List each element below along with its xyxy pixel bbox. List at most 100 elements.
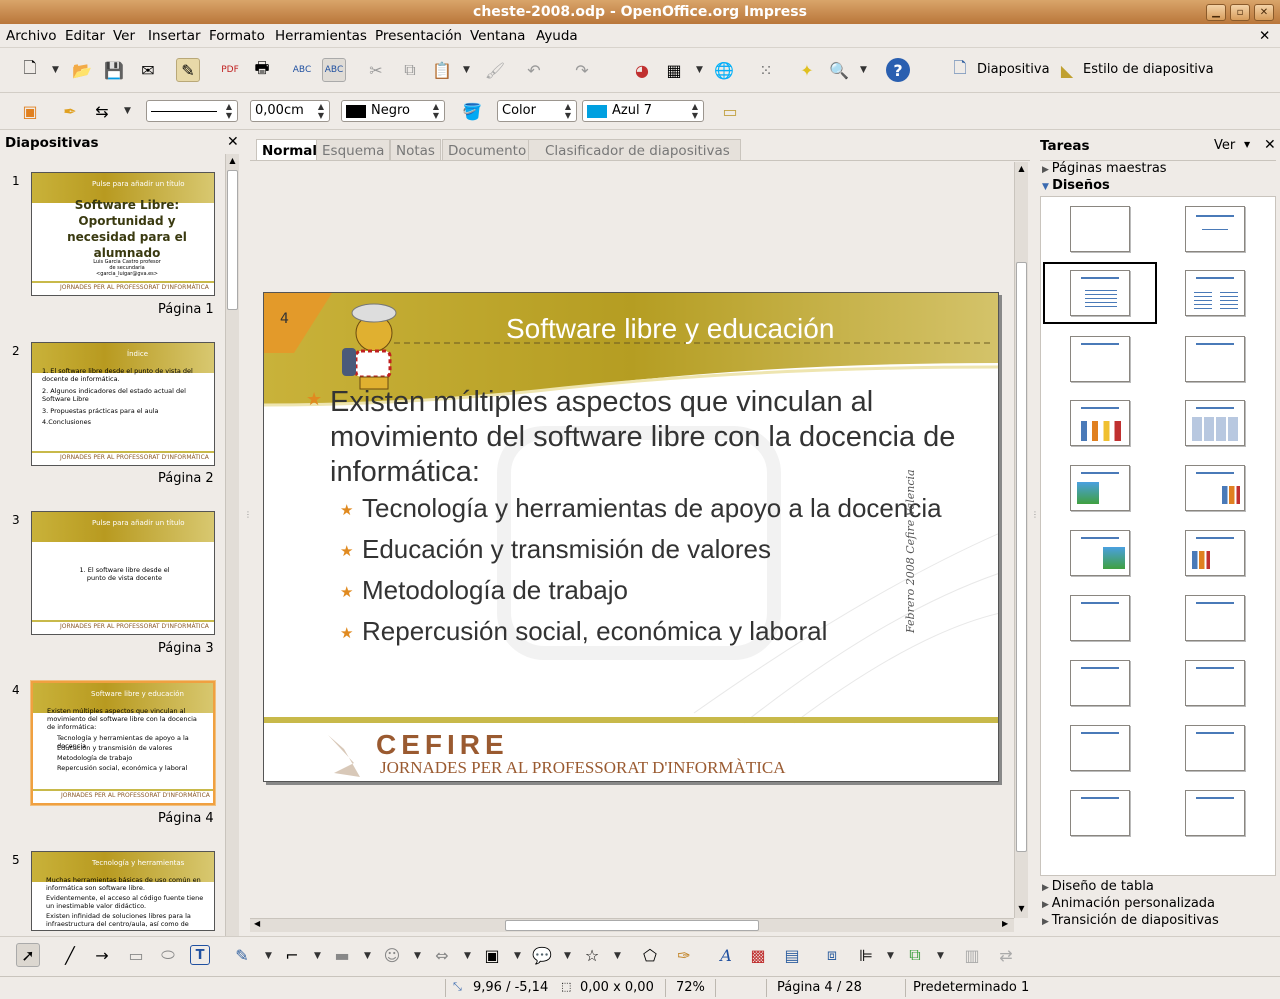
layout-two-objects-over-text[interactable] bbox=[1185, 725, 1245, 771]
menu-editar[interactable]: Editar bbox=[65, 28, 105, 44]
layout-title-only[interactable] bbox=[1185, 206, 1245, 252]
view-menu-button[interactable]: Ver bbox=[1214, 138, 1235, 153]
arrows-dropdown-icon[interactable]: ▼ bbox=[464, 951, 471, 961]
slide-sub-bullet[interactable]: Repercusión social, económica y laboral bbox=[362, 616, 827, 647]
curve-dropdown-icon[interactable]: ▼ bbox=[265, 951, 272, 961]
area-color-select[interactable]: Azul 7 ▲ ▼ bbox=[582, 100, 704, 122]
block-arrows-icon[interactable]: ⇔ bbox=[430, 943, 454, 967]
layout-object-text[interactable] bbox=[1070, 660, 1130, 706]
undo-icon[interactable]: ↶ bbox=[522, 58, 546, 82]
help-icon[interactable]: ? bbox=[886, 58, 910, 82]
insert-object-icon[interactable]: ▤ bbox=[780, 943, 804, 967]
line-tool-icon[interactable]: ╱ bbox=[58, 943, 82, 967]
minimize-button[interactable]: ▁ bbox=[1206, 4, 1226, 21]
new-document-icon[interactable]: 🗋 bbox=[18, 58, 42, 82]
rectangle-icon[interactable]: ▭ bbox=[124, 943, 148, 967]
right-splitter[interactable]: ⋮ bbox=[1031, 510, 1039, 550]
slides-scrollbar[interactable]: ▲ ▼ bbox=[225, 154, 239, 952]
slide-title[interactable]: Software libre y educación bbox=[506, 313, 834, 345]
layout-table[interactable] bbox=[1185, 400, 1245, 446]
styles-icon[interactable]: ▣ bbox=[18, 99, 42, 123]
fontwork-icon[interactable]: A bbox=[714, 943, 738, 967]
layout-text-chart[interactable] bbox=[1185, 465, 1245, 511]
open-icon[interactable]: 📂 bbox=[70, 58, 94, 82]
grid-icon[interactable]: ⁙ bbox=[754, 58, 778, 82]
menu-ventana[interactable]: Ventana bbox=[470, 28, 525, 44]
autospellcheck-icon[interactable]: ABC bbox=[322, 58, 346, 82]
arrange-icon[interactable]: ⧉ bbox=[903, 943, 927, 967]
area-style-select[interactable]: Color ▲ ▼ bbox=[497, 100, 577, 122]
basic-shapes-icon[interactable]: ▬ bbox=[330, 943, 354, 967]
navigator-icon[interactable]: 🌐 bbox=[712, 58, 736, 82]
layout-blank[interactable] bbox=[1070, 206, 1130, 252]
paste-dropdown-icon[interactable]: ▼ bbox=[463, 65, 470, 75]
ellipse-icon[interactable]: ⬭ bbox=[156, 943, 180, 967]
table-icon[interactable]: ▦ bbox=[662, 58, 686, 82]
curve-icon[interactable]: ✎ bbox=[230, 943, 254, 967]
layout-title-content-selected[interactable] bbox=[1070, 270, 1130, 316]
zoom-icon[interactable]: 🔍 bbox=[827, 58, 851, 82]
callouts-icon[interactable]: 💬 bbox=[530, 943, 554, 967]
menu-herramientas[interactable]: Herramientas bbox=[275, 28, 367, 44]
new-slide-icon[interactable]: 🗋 bbox=[948, 58, 972, 82]
stars-icon[interactable]: ☆ bbox=[580, 943, 604, 967]
copy-icon[interactable]: ⧉ bbox=[398, 58, 422, 82]
slide-thumbnail-1[interactable]: Pulse para añadir un título Software Lib… bbox=[31, 172, 215, 296]
flowchart-dropdown-icon[interactable]: ▼ bbox=[514, 951, 521, 961]
line-icon[interactable]: ✒ bbox=[58, 99, 82, 123]
layout-centered-text[interactable] bbox=[1070, 336, 1130, 382]
stars-dropdown-icon[interactable]: ▼ bbox=[614, 951, 621, 961]
layout-chart-text[interactable] bbox=[1185, 530, 1245, 576]
slide-canvas[interactable]: 4 Software libre y educación ★ Existen m… bbox=[263, 292, 999, 782]
slide-sub-bullet[interactable]: Educación y transmisión de valores bbox=[362, 534, 771, 565]
insert-image-icon[interactable]: ▩ bbox=[746, 943, 770, 967]
shapes-dropdown-icon[interactable]: ▼ bbox=[364, 951, 371, 961]
paste-icon[interactable]: 📋 bbox=[430, 58, 454, 82]
symbol-shapes-icon[interactable]: ☺ bbox=[380, 943, 404, 967]
layout-text-image[interactable] bbox=[1070, 530, 1130, 576]
new-slide-button[interactable]: Diapositiva bbox=[977, 62, 1050, 77]
maximize-button[interactable]: ▫ bbox=[1230, 4, 1250, 21]
shadow-icon[interactable]: ▭ bbox=[718, 99, 742, 123]
menu-archivo[interactable]: Archivo bbox=[6, 28, 56, 44]
select-arrow-icon[interactable]: ➚ bbox=[16, 943, 40, 967]
view-dropdown-icon[interactable]: ▼ bbox=[1244, 140, 1250, 149]
connector-icon[interactable]: ⌐ bbox=[280, 943, 304, 967]
layout-text-over-object[interactable] bbox=[1070, 790, 1130, 836]
slide-thumbnail-2[interactable]: Índice 1. El software libre desde el pun… bbox=[31, 342, 215, 466]
arrow-style-icon[interactable]: ⇆ bbox=[90, 99, 114, 123]
callouts-dropdown-icon[interactable]: ▼ bbox=[564, 951, 571, 961]
layout-image-text[interactable] bbox=[1070, 465, 1130, 511]
edit-file-icon[interactable]: ✎ bbox=[176, 58, 200, 82]
slide-thumbnail-5[interactable]: Tecnología y herramientas Muchas herrami… bbox=[31, 851, 215, 931]
area-fill-icon[interactable]: 🪣 bbox=[460, 99, 484, 123]
layout-four-objects[interactable] bbox=[1185, 790, 1245, 836]
chart-icon[interactable]: ◕ bbox=[630, 58, 654, 82]
close-slides-pane-icon[interactable]: ✕ bbox=[227, 134, 239, 150]
slide-transition-section[interactable]: ▶ Transición de diapositivas bbox=[1042, 913, 1219, 928]
arrow-line-icon[interactable]: → bbox=[90, 943, 114, 967]
layout-text-two-objects[interactable] bbox=[1185, 595, 1245, 641]
points-icon[interactable]: ⬠ bbox=[638, 943, 662, 967]
group-icon[interactable]: ▥ bbox=[960, 943, 984, 967]
clone-format-icon[interactable]: 🖌 bbox=[483, 58, 507, 82]
connector-dropdown-icon[interactable]: ▼ bbox=[314, 951, 321, 961]
align-dropdown-icon[interactable]: ▼ bbox=[887, 951, 894, 961]
save-icon[interactable]: 💾 bbox=[102, 58, 126, 82]
spellcheck-icon[interactable]: ABC bbox=[290, 58, 314, 82]
cut-icon[interactable]: ✂ bbox=[364, 58, 388, 82]
slide-sub-bullet[interactable]: Metodología de trabajo bbox=[362, 575, 628, 606]
close-document-icon[interactable]: ✕ bbox=[1259, 28, 1270, 44]
line-width-input[interactable]: 0,00cm ▲ ▼ bbox=[250, 100, 330, 122]
layout-two-objects-text[interactable] bbox=[1070, 725, 1130, 771]
new-dropdown-icon[interactable]: ▼ bbox=[52, 65, 59, 75]
tab-clasificador[interactable]: Clasificador de diapositivas bbox=[528, 139, 741, 161]
menu-ayuda[interactable]: Ayuda bbox=[536, 28, 578, 44]
close-window-button[interactable]: ✕ bbox=[1254, 4, 1274, 21]
layout-object-over-text[interactable] bbox=[1185, 660, 1245, 706]
helplines-icon[interactable]: ✦ bbox=[795, 58, 819, 82]
menu-ver[interactable]: Ver bbox=[113, 28, 135, 44]
layouts-section[interactable]: ▼ Diseños bbox=[1042, 178, 1110, 193]
extrusion-icon[interactable]: ⧈ bbox=[820, 943, 844, 967]
layout-title-box[interactable] bbox=[1185, 336, 1245, 382]
